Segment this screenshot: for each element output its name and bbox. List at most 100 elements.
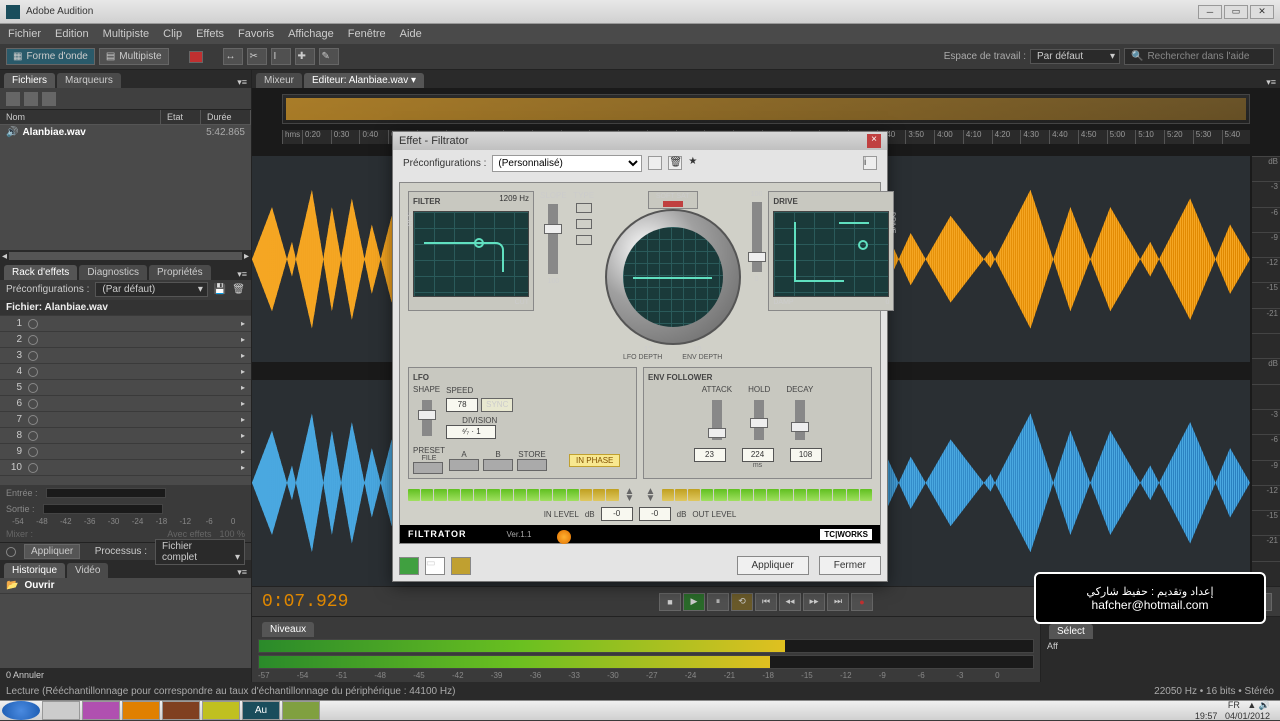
tool-razor[interactable]: ✂ [247, 48, 267, 65]
attack-value[interactable]: 23 [694, 448, 726, 462]
dialog-titlebar[interactable]: Effet - Filtrator × [393, 132, 887, 150]
panel-menu-icon[interactable]: ▾≡ [237, 567, 247, 578]
tab-levels[interactable]: Niveaux [262, 622, 314, 637]
taskbar-explorer-icon[interactable] [42, 701, 80, 720]
filter-handle[interactable] [474, 238, 484, 248]
sync-button[interactable]: SYNC [481, 398, 513, 412]
tool-move[interactable]: ↔ [223, 48, 243, 65]
delete-preset-icon[interactable]: 🗑 [668, 156, 682, 170]
menu-affichage[interactable]: Affichage [288, 28, 334, 40]
fx-slot[interactable]: 8▸ [0, 428, 251, 444]
close-button[interactable]: ✕ [1250, 5, 1274, 19]
power-icon[interactable] [28, 335, 38, 345]
power-icon[interactable] [28, 463, 38, 473]
rewind-button[interactable]: ◂◂ [779, 593, 801, 611]
taskbar-app-icon[interactable] [162, 701, 200, 720]
loop-preview[interactable] [451, 557, 471, 575]
menu-multipiste[interactable]: Multipiste [103, 28, 149, 40]
taskbar-clock[interactable]: FR ▲ 🔊 19:57 04/01/2012 [1195, 700, 1278, 721]
apply-button[interactable]: Appliquer [737, 556, 809, 575]
type-lowpass-icon[interactable] [576, 203, 592, 213]
close-button[interactable]: Fermer [819, 556, 881, 575]
softsat-box[interactable]: SOFT SAT [648, 191, 698, 209]
start-button[interactable] [2, 701, 40, 720]
preset-file-button[interactable] [413, 462, 443, 474]
fx-slot[interactable]: 6▸ [0, 396, 251, 412]
power-icon[interactable] [28, 431, 38, 441]
fx-slot[interactable]: 9▸ [0, 444, 251, 460]
tab-video[interactable]: Vidéo [67, 563, 108, 578]
in-level-value[interactable]: -0 [601, 507, 633, 521]
tab-editor[interactable]: Editeur: Alanbiae.wav ▾ [304, 73, 424, 88]
speed-value[interactable]: 78 [446, 398, 478, 412]
filter-graph[interactable] [413, 211, 529, 297]
dialog-close-button[interactable]: × [867, 134, 881, 148]
taskbar-app-icon[interactable] [122, 701, 160, 720]
menu-aide[interactable]: Aide [400, 28, 422, 40]
menu-edition[interactable]: Edition [55, 28, 89, 40]
fx-slot[interactable]: 3▸ [0, 348, 251, 364]
power-icon[interactable] [28, 399, 38, 409]
pause-button[interactable]: ⏸ [707, 593, 729, 611]
hold-slider[interactable] [754, 400, 764, 440]
taskbar-app-icon[interactable] [82, 701, 120, 720]
main-knob[interactable] [605, 209, 741, 345]
in-arrows-icon[interactable]: ▲▼ [620, 487, 640, 503]
favorite-icon[interactable]: ★ [688, 156, 702, 170]
panel-menu-icon[interactable]: ▾≡ [1266, 77, 1276, 88]
tool-ibeam[interactable]: I [271, 48, 291, 65]
tab-mixer[interactable]: Mixeur [256, 73, 302, 88]
save-preset-icon[interactable]: 💾 [214, 284, 226, 295]
preconfig-select[interactable]: (Par défaut) [95, 282, 207, 297]
stop-button[interactable]: ■ [659, 593, 681, 611]
import-icon[interactable] [24, 92, 38, 106]
loop-button[interactable]: ⟲ [731, 593, 753, 611]
skip-fwd-button[interactable]: ⏭ [827, 593, 849, 611]
forward-button[interactable]: ▸▸ [803, 593, 825, 611]
hold-value[interactable]: 224 [742, 448, 774, 462]
drive-graph[interactable] [773, 211, 889, 297]
tab-marqueurs[interactable]: Marqueurs [57, 73, 121, 88]
tool-brush[interactable]: ✎ [319, 48, 339, 65]
tab-properties[interactable]: Propriétés [149, 265, 211, 280]
play-button[interactable]: ▶ [683, 593, 705, 611]
decay-slider[interactable] [795, 400, 805, 440]
fx-slot[interactable]: 7▸ [0, 412, 251, 428]
taskbar-audition-icon[interactable]: Au [242, 701, 280, 720]
power-icon[interactable] [28, 415, 38, 425]
tab-history[interactable]: Historique [4, 563, 65, 578]
attack-slider[interactable] [712, 400, 722, 440]
division-value[interactable]: ⁴⁄₇ · 1 [446, 425, 496, 439]
taskbar-app-icon[interactable] [282, 701, 320, 720]
slope-slider[interactable] [548, 204, 558, 274]
power-icon[interactable] [28, 351, 38, 361]
waveform-view-button[interactable]: ▦ Forme d'onde [6, 48, 95, 65]
preview-toggle[interactable]: ▭ [425, 557, 445, 575]
file-row[interactable]: 🔊 Alanbiae.wav 5:42.865 [0, 125, 251, 140]
power-icon[interactable] [28, 447, 38, 457]
drive-slider[interactable] [752, 202, 762, 272]
out-arrows-icon[interactable]: ▲▼ [641, 487, 661, 503]
info-icon[interactable]: i [863, 156, 877, 170]
out-level-value[interactable]: -0 [639, 507, 671, 521]
power-icon[interactable] [6, 547, 16, 557]
panel-menu-icon[interactable]: ▾≡ [237, 77, 247, 88]
skip-back-button[interactable]: ⏮ [755, 593, 777, 611]
fx-slot[interactable]: 5▸ [0, 380, 251, 396]
multitrack-view-button[interactable]: ▤ Multipiste [99, 48, 169, 65]
menu-fenetre[interactable]: Fenêtre [348, 28, 386, 40]
power-icon[interactable] [28, 383, 38, 393]
col-nom[interactable]: Nom [0, 110, 161, 124]
tab-fichiers[interactable]: Fichiers [4, 73, 55, 88]
record-indicator[interactable] [189, 51, 203, 63]
preset-b-button[interactable] [483, 459, 513, 471]
record-button[interactable]: ● [851, 593, 873, 611]
power-icon[interactable] [28, 367, 38, 377]
type-bandpass-icon[interactable] [576, 219, 592, 229]
decay-value[interactable]: 108 [790, 448, 822, 462]
panel-menu-icon[interactable]: ▾≡ [237, 269, 247, 280]
maximize-button[interactable]: ▭ [1224, 5, 1248, 19]
power-toggle[interactable] [399, 557, 419, 575]
drive-handle[interactable] [858, 240, 868, 250]
preset-select[interactable]: (Personnalisé) [492, 155, 642, 172]
